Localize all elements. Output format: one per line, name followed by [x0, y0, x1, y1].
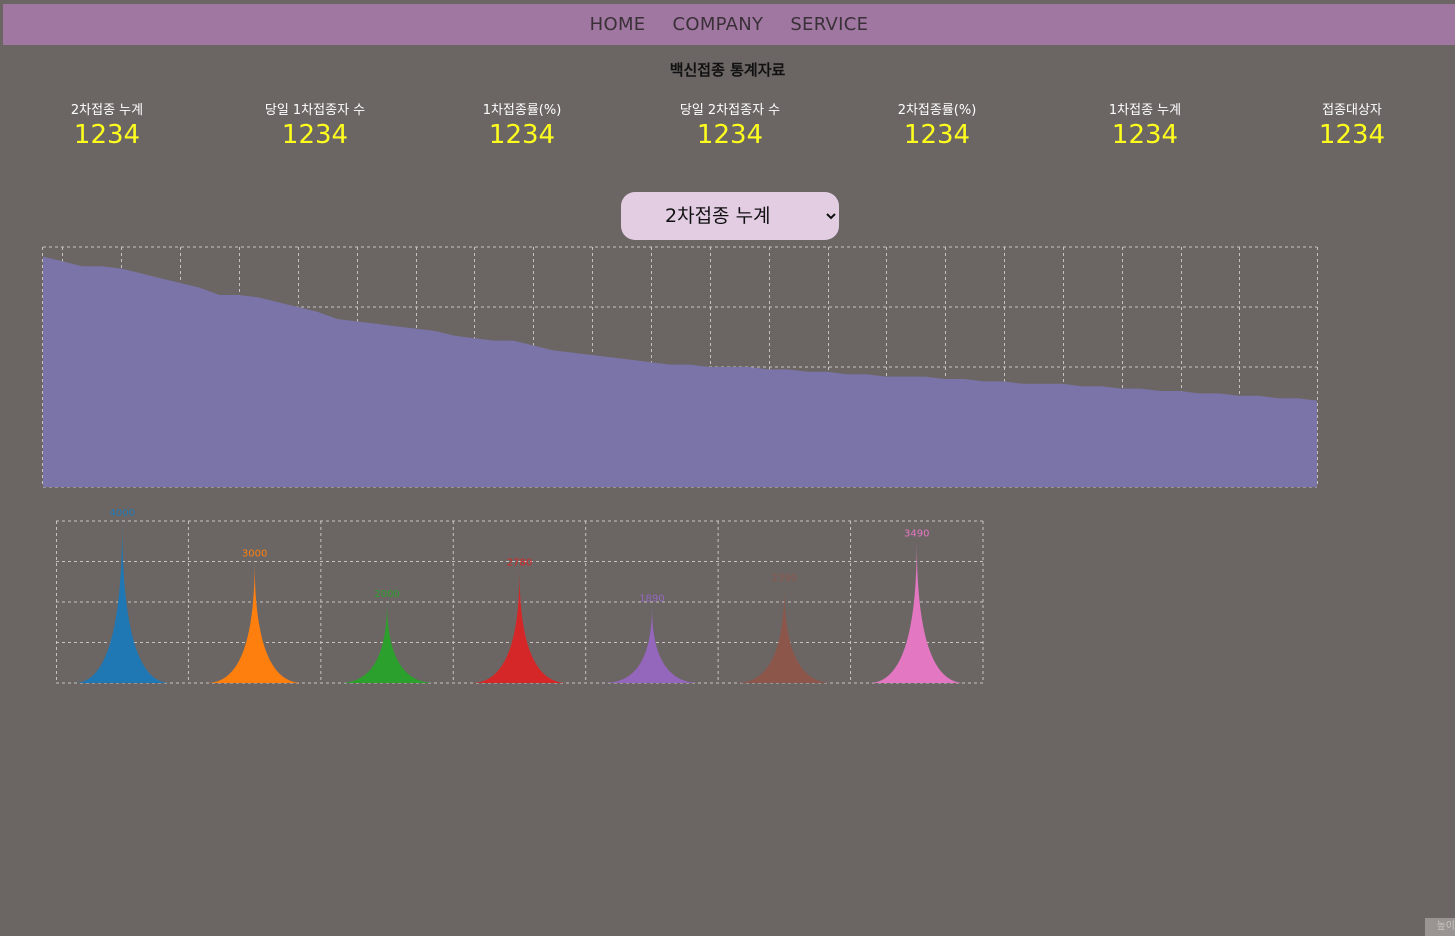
bar-chart-marks: 4000 3000 2000 2780 1890 2390 3490	[74, 508, 965, 683]
stats-row: 2차접종 누계 1234 당일 1차접종자 수 1234 1차접종률(%) 12…	[0, 99, 1455, 159]
stat-value: 1234	[281, 120, 349, 150]
bar-spike-7	[869, 541, 965, 683]
bar-data-label: 3000	[242, 549, 267, 560]
nav-company-link[interactable]: COMPANY	[672, 14, 763, 35]
stat-first-dose-rate: 1차접종률(%) 1234	[422, 99, 622, 150]
area-chart	[42, 246, 1318, 488]
bar-spike-5	[604, 606, 700, 683]
stat-label: 접종대상자	[1322, 103, 1382, 118]
stat-value: 1234	[696, 120, 764, 150]
corner-badge[interactable]: 높이	[1425, 918, 1455, 936]
stat-label: 2차접종률(%)	[897, 103, 977, 118]
bar-spike-6	[736, 586, 833, 683]
stat-label: 당일 1차접종자 수	[264, 103, 366, 118]
bar-spike-2	[206, 561, 303, 683]
top-navbar: HOME COMPANY SERVICE	[3, 4, 1455, 45]
stat-label: 2차접종 누계	[70, 103, 144, 118]
stat-label: 1차접종 누계	[1108, 103, 1182, 118]
bar-data-label: 2390	[772, 573, 797, 584]
bar-data-label: 1890	[639, 593, 664, 604]
stat-label: 1차접종률(%)	[482, 103, 562, 118]
stat-target-population: 접종대상자 1234	[1252, 99, 1452, 150]
stat-second-dose-rate: 2차접종률(%) 1234	[837, 99, 1037, 150]
stat-today-second-dose: 당일 2차접종자 수 1234	[630, 99, 830, 150]
bar-data-label: 2000	[374, 589, 399, 600]
bar-spike-3	[339, 602, 435, 683]
bar-data-label: 4000	[109, 508, 134, 519]
nav-home-link[interactable]: HOME	[590, 14, 646, 35]
area-series	[43, 256, 1317, 487]
bar-data-label: 3490	[904, 529, 929, 540]
page-title: 백신접종 통계자료	[669, 61, 786, 79]
metric-select[interactable]: 2차접종 누계	[621, 192, 839, 240]
bar-spike-4	[471, 570, 568, 683]
bar-chart: 4000 3000 2000 2780 1890 2390 3490	[56, 508, 984, 684]
nav-service-link[interactable]: SERVICE	[790, 14, 868, 35]
stat-today-first-dose: 당일 1차접종자 수 1234	[215, 99, 415, 150]
metric-select-wrapper: 2차접종 누계	[621, 192, 839, 240]
stat-value: 1234	[1111, 120, 1179, 150]
stat-value: 1234	[488, 120, 556, 150]
stat-label: 당일 2차접종자 수	[679, 103, 781, 118]
stat-first-dose-total: 1차접종 누계 1234	[1045, 99, 1245, 150]
bar-data-label: 2780	[507, 557, 532, 568]
stat-value: 1234	[903, 120, 971, 150]
stat-value: 1234	[73, 120, 141, 150]
stat-value: 1234	[1318, 120, 1386, 150]
stat-second-dose-total: 2차접종 누계 1234	[7, 99, 207, 150]
